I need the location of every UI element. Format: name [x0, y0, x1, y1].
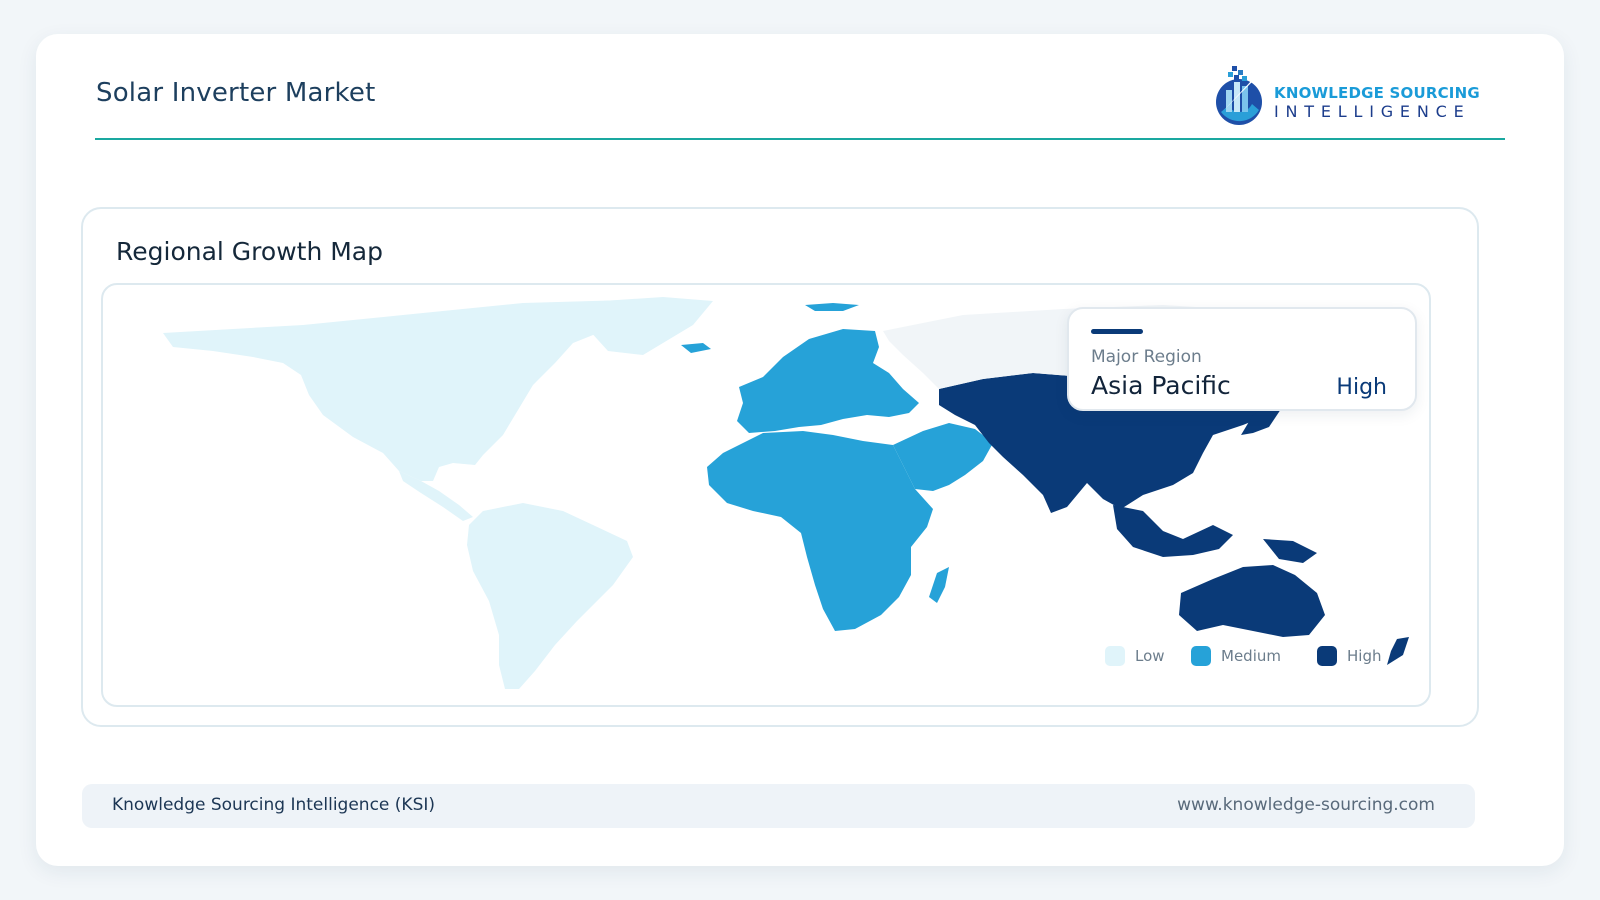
callout-region-name: Asia Pacific	[1091, 371, 1231, 400]
region-central-america	[399, 471, 473, 521]
callout-label: Major Region	[1091, 347, 1202, 367]
world-map: Major Region Asia Pacific High Low Mediu…	[101, 283, 1431, 707]
region-madagascar	[929, 567, 949, 603]
footer-bar: Knowledge Sourcing Intelligence (KSI) ww…	[82, 784, 1475, 828]
region-new-zealand	[1387, 637, 1409, 665]
report-card: Solar Inverter Market KNOWLEDGE SOURCING…	[36, 34, 1564, 866]
logo-text-top: KNOWLEDGE SOURCING	[1274, 84, 1480, 102]
region-south-america[interactable]	[467, 503, 633, 689]
legend-label-medium: Medium	[1221, 647, 1281, 665]
region-australia[interactable]	[1179, 565, 1325, 637]
legend-swatch-low	[1105, 646, 1125, 666]
map-title: Regional Growth Map	[116, 237, 383, 266]
region-southeast-asia	[1113, 505, 1233, 557]
legend-label-low: Low	[1135, 647, 1165, 665]
region-new-guinea	[1263, 539, 1317, 563]
legend-swatch-medium	[1191, 646, 1211, 666]
title-divider	[95, 138, 1505, 140]
region-callout: Major Region Asia Pacific High	[1067, 307, 1417, 411]
regional-growth-map-panel: Regional Growth Map Major Region Asia Pa…	[81, 207, 1479, 727]
legend-swatch-high	[1317, 646, 1337, 666]
legend-label-high: High	[1347, 647, 1382, 665]
callout-growth-level: High	[1336, 375, 1387, 400]
region-africa[interactable]	[707, 431, 933, 631]
page-title: Solar Inverter Market	[96, 78, 376, 108]
footer-website-link[interactable]: www.knowledge-sourcing.com	[1177, 795, 1435, 815]
region-svalbard	[805, 303, 859, 311]
logo-mark-icon	[1216, 66, 1262, 125]
callout-accent-bar	[1091, 329, 1143, 334]
logo-text-bottom: INTELLIGENCE	[1274, 102, 1471, 121]
company-logo: KNOWLEDGE SOURCING INTELLIGENCE	[1212, 60, 1480, 132]
region-europe[interactable]	[737, 329, 919, 433]
region-iceland	[681, 343, 711, 353]
footer-company-name: Knowledge Sourcing Intelligence (KSI)	[112, 795, 436, 815]
